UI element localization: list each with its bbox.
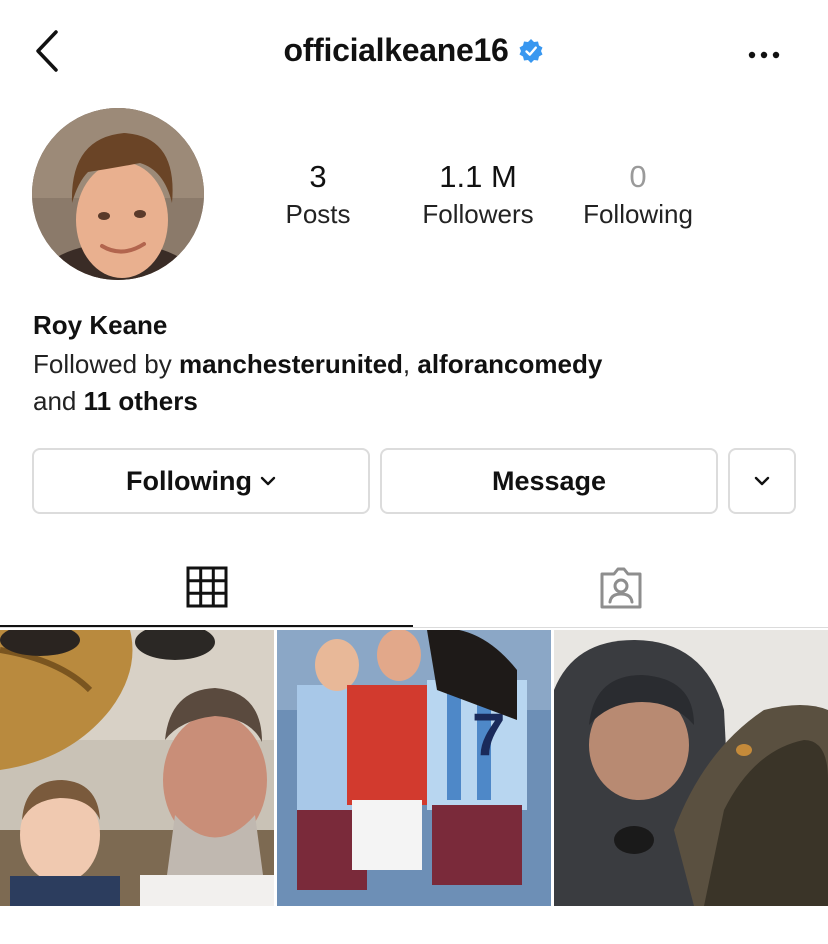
- verified-badge-icon: [519, 38, 543, 63]
- post-thumbnail-2[interactable]: 7: [277, 630, 551, 906]
- message-button[interactable]: Message: [380, 448, 718, 514]
- following-button-label: Following: [126, 465, 252, 496]
- grid-icon: [186, 566, 227, 607]
- username-title: officialkeane16: [283, 32, 509, 68]
- avatar[interactable]: [32, 108, 204, 280]
- followed-by-prefix: Followed by: [33, 349, 179, 379]
- profile-header: officialkeane16: [0, 32, 828, 69]
- chevron-down-icon: [754, 476, 770, 486]
- post-photo-3: [554, 630, 828, 906]
- tab-posts-grid[interactable]: [0, 548, 413, 628]
- message-button-label: Message: [491, 465, 607, 496]
- followed-by-text[interactable]: Followed by manchesterunited, alforancom…: [33, 346, 602, 420]
- posts-count: 3: [309, 159, 327, 194]
- tabs-divider: [0, 627, 828, 628]
- avatar-photo: [32, 108, 204, 280]
- stat-posts[interactable]: 3 Posts: [238, 158, 398, 232]
- followed-by-user-alforancomedy[interactable]: alforancomedy: [417, 349, 602, 379]
- followers-count: 1.1 M: [439, 159, 517, 194]
- followed-by-others[interactable]: 11 others: [84, 386, 198, 416]
- following-button[interactable]: Following: [32, 448, 370, 514]
- tagged-person-icon: [600, 567, 641, 609]
- followed-by-user-manchesterunited[interactable]: manchesterunited: [179, 349, 403, 379]
- suggested-accounts-button[interactable]: [728, 448, 796, 514]
- post-thumbnail-1[interactable]: [0, 630, 274, 906]
- post-photo-2: 7: [277, 630, 551, 906]
- followed-by-separator: ,: [402, 349, 418, 379]
- followers-label: Followers: [422, 199, 534, 229]
- stat-following[interactable]: 0 Following: [558, 158, 718, 232]
- tab-tagged[interactable]: [413, 548, 828, 628]
- following-label: Following: [583, 199, 693, 229]
- stat-followers[interactable]: 1.1 M Followers: [398, 158, 558, 232]
- post-thumbnail-3[interactable]: [554, 630, 828, 906]
- more-options-button[interactable]: [740, 40, 788, 70]
- ellipsis-icon: [748, 51, 780, 59]
- followed-by-and: and: [33, 386, 84, 416]
- following-count: 0: [629, 159, 647, 194]
- chevron-down-icon: [260, 476, 276, 486]
- post-photo-1: [0, 630, 274, 906]
- posts-label: Posts: [285, 199, 351, 229]
- profile-name: Roy Keane: [33, 310, 168, 340]
